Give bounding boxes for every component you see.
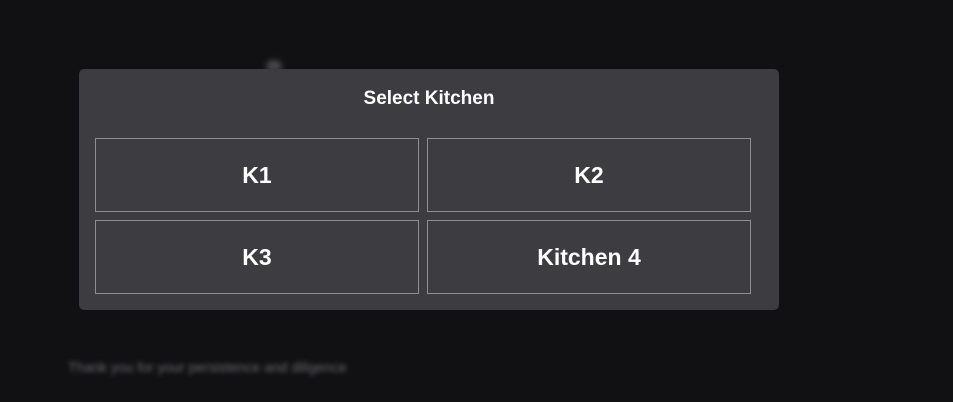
modal-title: Select Kitchen [363, 88, 495, 109]
kitchen-option-kitchen-4[interactable]: Kitchen 4 [427, 220, 751, 294]
kitchen-option-k3[interactable]: K3 [95, 220, 419, 294]
kitchen-options-grid: K1 K2 K3 Kitchen 4 [95, 138, 751, 294]
select-kitchen-modal: Select Kitchen K1 K2 K3 Kitchen 4 [79, 69, 779, 310]
kitchen-option-k2[interactable]: K2 [427, 138, 751, 212]
kitchen-option-k1[interactable]: K1 [95, 138, 419, 212]
background-footer-text: Thank you for your persistence and dilig… [68, 359, 347, 375]
